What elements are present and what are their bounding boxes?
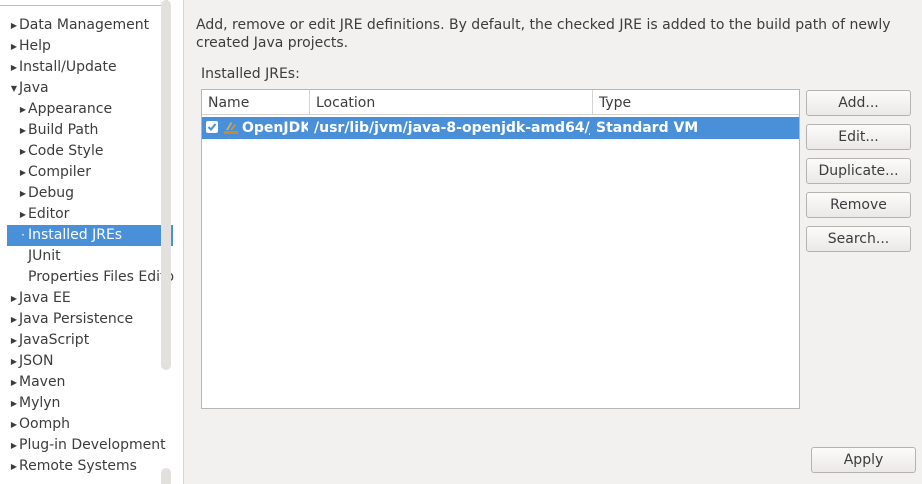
tree-scrollbar[interactable] [161, 0, 171, 370]
tree-item-label: Install/Update [19, 59, 117, 75]
tree-item[interactable]: ▶ Data Management [9, 15, 149, 36]
tree-item[interactable]: ▶ Oomph [9, 414, 70, 435]
tree-item[interactable]: Properties Files Edito [18, 267, 174, 288]
jre-name: OpenJDK [242, 120, 308, 136]
jre-library-icon [224, 122, 238, 134]
expand-arrow-icon[interactable]: ▶ [9, 456, 19, 477]
expand-arrow-icon[interactable]: ▶ [9, 36, 19, 57]
tree-item[interactable]: ▶ Appearance [18, 99, 112, 120]
expand-arrow-icon[interactable]: ▶ [18, 204, 28, 225]
expand-arrow-icon[interactable]: ▶ [18, 99, 28, 120]
tree-item[interactable]: ▶ Java EE [9, 288, 71, 309]
jre-type: Standard VM [596, 120, 699, 136]
tree-item-label: Mylyn [19, 395, 61, 411]
expand-arrow-icon[interactable]: ▶ [9, 15, 19, 36]
expand-arrow-icon[interactable]: ▶ [9, 330, 19, 351]
tree-item[interactable]: ▼ Java [9, 78, 49, 99]
tree-item-label: JSON [19, 353, 54, 369]
tree-item-label: Debug [28, 185, 75, 201]
tree-item-label: Code Style [28, 143, 104, 159]
tree-item-label: Remote Systems [19, 458, 137, 474]
tree-item[interactable]: ▶ Code Style [18, 141, 104, 162]
tree-item-label: Maven [19, 374, 66, 390]
expand-arrow-icon[interactable]: ▶ [18, 162, 28, 183]
edit-button[interactable]: Edit... [806, 124, 911, 150]
search-button[interactable]: Search... [806, 226, 911, 252]
tree-item-label: Help [19, 38, 51, 54]
expand-arrow-icon[interactable]: ▶ [9, 309, 19, 330]
expand-arrow-icon[interactable]: ▶ [9, 351, 19, 372]
default-jre-checkbox[interactable] [206, 121, 218, 133]
expand-arrow-icon[interactable]: ▶ [9, 393, 19, 414]
tree-item[interactable]: ▶ Maven [9, 372, 66, 393]
installed-jres-table[interactable]: Name Location Type OpenJDK /usr/lib/jvm/… [201, 89, 800, 409]
filter-input[interactable] [0, 0, 168, 6]
table-row[interactable]: OpenJDK /usr/lib/jvm/java-8-openjdk-amd6… [202, 117, 799, 139]
expand-arrow-icon[interactable]: ▶ [18, 120, 28, 141]
expand-arrow-icon[interactable]: ▶ [9, 288, 19, 309]
jre-location: /usr/lib/jvm/java-8-openjdk-amd64/jre [314, 120, 590, 136]
tree-item-label: JavaScript [19, 332, 90, 348]
expand-arrow-icon[interactable]: ▶ [18, 141, 28, 162]
duplicate-button[interactable]: Duplicate... [806, 158, 911, 184]
tree-item-label: Editor [28, 206, 70, 222]
expand-arrow-icon[interactable]: ▶ [9, 372, 19, 393]
tree-scrollbar-lower[interactable] [161, 468, 171, 484]
tree-item[interactable]: ▶ Install/Update [9, 57, 117, 78]
tree-item[interactable]: · Installed JREs [7, 225, 173, 246]
column-header-location[interactable]: Location [310, 90, 593, 115]
tree-item[interactable]: ▶ Mylyn [9, 393, 61, 414]
expand-arrow-icon[interactable]: ▶ [9, 57, 19, 78]
tree-item-label: Appearance [28, 101, 113, 117]
tree-item[interactable]: ▶ Java Persistence [9, 309, 133, 330]
tree-item[interactable]: ▶ Editor [18, 204, 70, 225]
collapse-arrow-icon[interactable]: ▼ [9, 78, 19, 99]
apply-button[interactable]: Apply [811, 447, 916, 473]
tree-item-label: Java Persistence [19, 311, 134, 327]
tree-item-label: Data Management [19, 17, 150, 33]
expand-arrow-icon[interactable]: ▶ [9, 414, 19, 435]
preferences-tree[interactable]: ▶ Data Management ▶ Help ▶ Install/Update ▼ Jav… [0, 0, 184, 484]
add-button[interactable]: Add... [806, 90, 911, 116]
tree-item[interactable]: ▶ Compiler [18, 162, 91, 183]
tree-item-label: Plug-in Development [19, 437, 166, 453]
tree-item-label: Properties Files Edito [28, 269, 175, 285]
checkmark-icon [207, 123, 217, 131]
tree-item[interactable]: JUnit [18, 246, 61, 267]
tree-item[interactable]: ▶ Debug [18, 183, 74, 204]
tree-item[interactable]: ▶ JSON [9, 351, 54, 372]
tree-item-label: JUnit [28, 248, 61, 264]
tree-item[interactable]: ▶ Help [9, 36, 51, 57]
tree-item-label: Oomph [19, 416, 70, 432]
remove-button[interactable]: Remove [806, 192, 911, 218]
column-header-name[interactable]: Name [202, 90, 310, 115]
column-header-type[interactable]: Type [593, 90, 799, 115]
tree-item-label: Java [19, 80, 49, 96]
tree-item[interactable]: ▶ Remote Systems [9, 456, 137, 477]
tree-item-label: Installed JREs [28, 227, 123, 243]
tree-item[interactable]: ▶ JavaScript [9, 330, 89, 351]
tree-item-label: Compiler [28, 164, 92, 180]
tree-item[interactable]: ▶ Plug-in Development [9, 435, 166, 456]
tree-item-label: Java EE [19, 290, 71, 306]
leaf-dot-icon: · [21, 228, 25, 242]
tree-item-label: Build Path [28, 122, 99, 138]
page-description: Add, remove or edit JRE definitions. By … [196, 17, 891, 51]
expand-arrow-icon[interactable]: ▶ [18, 183, 28, 204]
expand-arrow-icon[interactable]: ▶ [9, 435, 19, 456]
installed-jres-label: Installed JREs: [201, 66, 300, 82]
tree-item[interactable]: ▶ Build Path [18, 120, 98, 141]
